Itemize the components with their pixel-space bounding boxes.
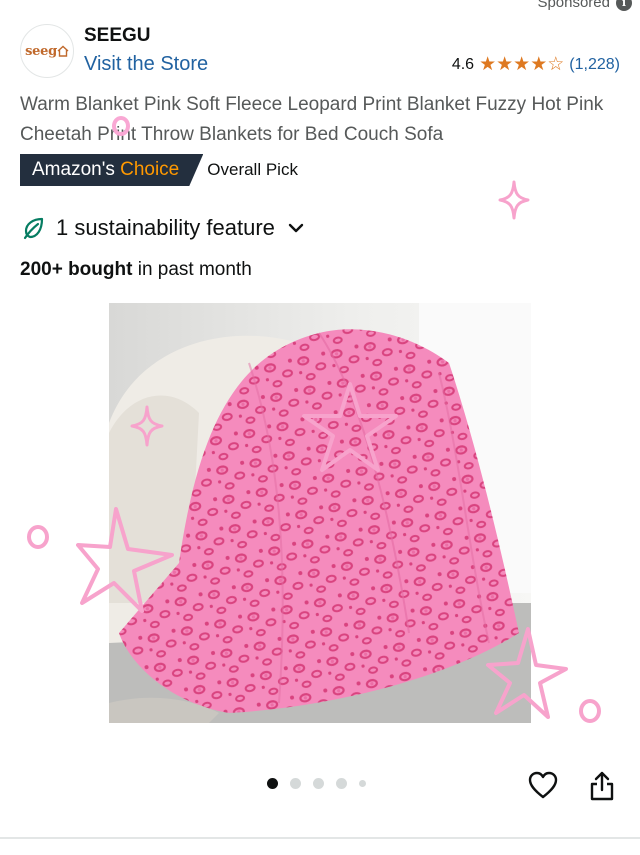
pink-doodle-ring <box>27 525 49 549</box>
heart-icon[interactable] <box>527 770 559 800</box>
brand-logo[interactable]: seeg <box>20 24 74 78</box>
bought-in-past-month: 200+ bought in past month <box>20 259 252 281</box>
brand-row: seeg SEEGU Visit the Store 4.6 ★ ★ ★ ★ ☆… <box>20 22 620 78</box>
share-icon[interactable] <box>588 770 616 802</box>
info-icon[interactable]: i <box>616 0 632 11</box>
star-icon: ★ <box>513 54 531 75</box>
carousel-dot-active[interactable] <box>267 778 278 789</box>
pink-doodle-sparkle <box>498 180 530 220</box>
house-icon <box>57 45 69 57</box>
sponsored-label[interactable]: Sponsored i <box>537 0 632 11</box>
sustainability-label: 1 sustainability feature <box>56 215 275 240</box>
rating-count-link[interactable]: (1,228) <box>569 56 620 74</box>
star-icon: ★ <box>530 54 548 75</box>
image-carousel-dots <box>267 778 366 789</box>
visit-store-link[interactable]: Visit the Store <box>84 53 208 76</box>
half-star-icon: ☆ <box>547 54 565 75</box>
badge-row: Amazon's Choice Overall Pick <box>20 154 298 186</box>
rating-value: 4.6 <box>451 55 475 73</box>
carousel-dot[interactable] <box>313 778 324 789</box>
carousel-dot[interactable] <box>290 778 301 789</box>
section-divider <box>0 837 640 839</box>
badge-suffix: Choice <box>120 159 180 180</box>
brand-name: SEEGU <box>84 25 151 46</box>
rating-summary[interactable]: 4.6 ★ ★ ★ ★ ☆ (1,228) <box>452 55 620 74</box>
blanket-photo <box>109 303 531 723</box>
chevron-down-icon <box>288 223 304 233</box>
carousel-dot[interactable] <box>336 778 347 789</box>
overall-pick-label: Overall Pick <box>207 160 298 179</box>
product-page: Sponsored i seeg SEEGU Visit the Store 4… <box>0 0 640 855</box>
carousel-dot[interactable] <box>359 780 366 787</box>
brand-logo-text: seeg <box>25 43 57 59</box>
product-title: Warm Blanket Pink Soft Fleece Leopard Pr… <box>20 94 604 145</box>
sponsored-text: Sponsored <box>537 0 610 11</box>
star-icon: ★ <box>496 54 514 75</box>
badge-prefix: Amazon's <box>32 159 115 180</box>
star-icon: ★ <box>479 54 497 75</box>
leaf-icon <box>23 217 44 240</box>
pink-doodle-ring <box>579 699 601 723</box>
amazons-choice-badge[interactable]: Amazon's Choice <box>20 154 203 186</box>
bought-count: 200+ bought <box>20 259 133 280</box>
star-rating: ★ ★ ★ ★ ☆ <box>479 55 564 74</box>
bought-period: in past month <box>132 259 252 280</box>
sustainability-toggle[interactable]: 1 sustainability feature <box>22 215 305 241</box>
product-image[interactable] <box>109 303 531 723</box>
